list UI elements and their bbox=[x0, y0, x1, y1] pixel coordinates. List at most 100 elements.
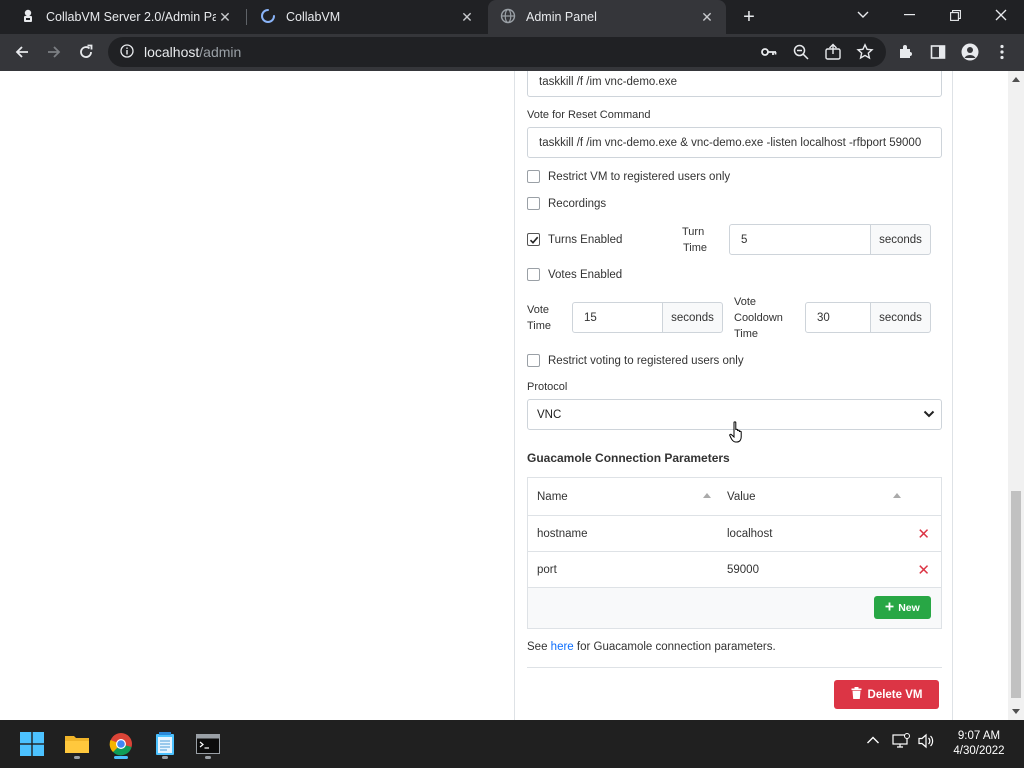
vote-cooldown-value: 30 bbox=[817, 311, 830, 324]
new-tab-button[interactable]: + bbox=[736, 4, 762, 30]
close-tab-icon[interactable]: ✕ bbox=[458, 8, 476, 26]
show-hidden-icons-chevron-up-icon[interactable] bbox=[866, 734, 880, 748]
notepad-icon[interactable] bbox=[148, 727, 182, 761]
kebab-menu-icon[interactable] bbox=[988, 38, 1016, 66]
tab-admin-panel-old[interactable]: CollabVM Server 2.0/Admin Pane ✕ bbox=[8, 0, 244, 34]
param-value[interactable]: localhost bbox=[727, 516, 772, 551]
page-scrollbar[interactable] bbox=[1008, 71, 1024, 720]
restrict-vm-label: Restrict VM to registered users only bbox=[548, 170, 731, 183]
browser-tab-bar: CollabVM Server 2.0/Admin Pane ✕ CollabV… bbox=[0, 0, 1024, 34]
page-content: taskkill /f /im vnc-demo.exe Vote for Re… bbox=[0, 71, 1008, 720]
vote-time-label: Vote Time bbox=[527, 304, 552, 332]
back-arrow-icon[interactable] bbox=[8, 38, 36, 66]
vote-time-input[interactable]: 15 bbox=[572, 302, 663, 333]
table-header: Name Value bbox=[528, 478, 941, 516]
site-info-icon[interactable] bbox=[120, 43, 134, 61]
tab-title: CollabVM Server 2.0/Admin Pane bbox=[46, 10, 216, 24]
column-header-name[interactable]: Name bbox=[537, 478, 568, 515]
restore-icon[interactable] bbox=[932, 0, 978, 30]
sort-arrow-icon[interactable] bbox=[703, 493, 711, 498]
bookmark-star-icon[interactable] bbox=[856, 43, 874, 64]
guacamole-params-table: Name Value hostname localhost ✕ port 590… bbox=[527, 477, 942, 629]
scrollbar-thumb[interactable] bbox=[1011, 491, 1021, 698]
forward-arrow-icon[interactable] bbox=[40, 38, 68, 66]
scroll-up-arrow-icon[interactable] bbox=[1012, 77, 1020, 82]
delete-row-icon[interactable]: ✕ bbox=[917, 525, 930, 543]
hand-cursor-icon bbox=[729, 421, 745, 446]
share-icon[interactable] bbox=[824, 43, 842, 64]
side-panel-icon[interactable] bbox=[924, 38, 952, 66]
turns-enabled-checkbox[interactable] bbox=[527, 233, 540, 246]
stop-command-input[interactable]: taskkill /f /im vnc-demo.exe bbox=[527, 71, 942, 97]
tab-collabvm[interactable]: CollabVM ✕ bbox=[248, 0, 486, 34]
panel-divider bbox=[952, 71, 953, 720]
chrome-browser-icon[interactable] bbox=[104, 727, 138, 761]
trash-icon bbox=[851, 687, 862, 702]
vote-cooldown-seconds-addon: seconds bbox=[870, 302, 931, 333]
param-name[interactable]: port bbox=[537, 552, 557, 587]
turn-time-value: 5 bbox=[741, 233, 748, 246]
chevron-down-icon bbox=[923, 409, 935, 422]
close-tab-icon[interactable]: ✕ bbox=[698, 8, 716, 26]
guacamole-help-link[interactable]: here bbox=[551, 641, 574, 653]
clock-time: 9:07 AM bbox=[957, 730, 1001, 742]
vote-cooldown-input[interactable]: 30 bbox=[805, 302, 871, 333]
delete-vm-label: Delete VM bbox=[867, 688, 923, 701]
tab-search-chevron-down-icon[interactable] bbox=[840, 0, 886, 30]
delete-vm-button[interactable]: Delete VM bbox=[834, 680, 939, 709]
clock-date: 4/30/2022 bbox=[953, 745, 1005, 757]
checkmark-icon bbox=[529, 236, 538, 244]
volume-speaker-icon[interactable] bbox=[918, 733, 936, 752]
reload-icon[interactable] bbox=[72, 38, 100, 66]
tab-admin-panel[interactable]: Admin Panel ✕ bbox=[488, 0, 726, 34]
votes-enabled-label: Votes Enabled bbox=[548, 268, 623, 281]
turn-time-input[interactable]: 5 bbox=[729, 224, 871, 255]
extensions-puzzle-icon[interactable] bbox=[892, 38, 920, 66]
param-value[interactable]: 59000 bbox=[727, 552, 759, 587]
param-name[interactable]: hostname bbox=[537, 516, 588, 551]
globe-icon bbox=[500, 8, 516, 27]
terminal-icon[interactable] bbox=[191, 727, 225, 761]
panel-divider bbox=[514, 71, 515, 720]
browser-toolbar: localhost/admin bbox=[0, 34, 1024, 71]
start-windows-icon[interactable] bbox=[15, 727, 49, 761]
turns-enabled-checkbox-row[interactable]: Turns Enabled bbox=[527, 233, 622, 246]
restrict-voting-checkbox-row[interactable]: Restrict voting to registered users only bbox=[527, 354, 744, 367]
restrict-vm-checkbox[interactable] bbox=[527, 170, 540, 183]
key-icon[interactable] bbox=[760, 43, 778, 64]
delete-row-icon[interactable]: ✕ bbox=[917, 561, 930, 579]
recordings-checkbox[interactable] bbox=[527, 197, 540, 210]
restrict-vm-checkbox-row[interactable]: Restrict VM to registered users only bbox=[527, 170, 730, 183]
column-header-value[interactable]: Value bbox=[727, 478, 756, 515]
turn-time-label: Turn Time bbox=[682, 226, 708, 254]
minimize-icon[interactable] bbox=[886, 0, 932, 30]
protocol-label: Protocol bbox=[527, 381, 568, 393]
file-explorer-folder-icon[interactable] bbox=[60, 727, 94, 761]
stop-command-value: taskkill /f /im vnc-demo.exe bbox=[539, 76, 678, 88]
loading-spinner-icon bbox=[260, 8, 276, 27]
vote-time-value: 15 bbox=[584, 311, 597, 324]
votes-enabled-checkbox[interactable] bbox=[527, 268, 540, 281]
guacamole-help-text: See here for Guacamole connection parame… bbox=[527, 641, 776, 653]
network-icon[interactable] bbox=[892, 733, 910, 752]
scroll-down-arrow-icon[interactable] bbox=[1012, 709, 1020, 714]
close-tab-icon[interactable]: ✕ bbox=[216, 8, 234, 26]
collabvm-favicon-icon bbox=[20, 8, 36, 27]
zoom-icon[interactable] bbox=[792, 43, 810, 64]
system-clock[interactable]: 9:07 AM 4/30/2022 bbox=[944, 729, 1014, 759]
new-param-button[interactable]: New bbox=[874, 596, 931, 619]
vote-time-seconds-addon: seconds bbox=[662, 302, 723, 333]
votes-enabled-checkbox-row[interactable]: Votes Enabled bbox=[527, 268, 622, 281]
protocol-value: VNC bbox=[537, 408, 562, 421]
reset-command-input[interactable]: taskkill /f /im vnc-demo.exe & vnc-demo.… bbox=[527, 127, 942, 158]
windows-taskbar: 9:07 AM 4/30/2022 bbox=[0, 720, 1024, 768]
address-bar[interactable]: localhost/admin bbox=[108, 37, 886, 67]
reset-command-label: Vote for Reset Command bbox=[527, 109, 651, 121]
vote-cooldown-label: Vote Cooldown Time bbox=[734, 296, 783, 340]
close-window-icon[interactable] bbox=[978, 0, 1024, 30]
restrict-voting-checkbox[interactable] bbox=[527, 354, 540, 367]
sort-arrow-icon[interactable] bbox=[893, 493, 901, 498]
profile-avatar-icon[interactable] bbox=[956, 38, 984, 66]
restrict-voting-label: Restrict voting to registered users only bbox=[548, 354, 744, 367]
recordings-checkbox-row[interactable]: Recordings bbox=[527, 197, 606, 210]
